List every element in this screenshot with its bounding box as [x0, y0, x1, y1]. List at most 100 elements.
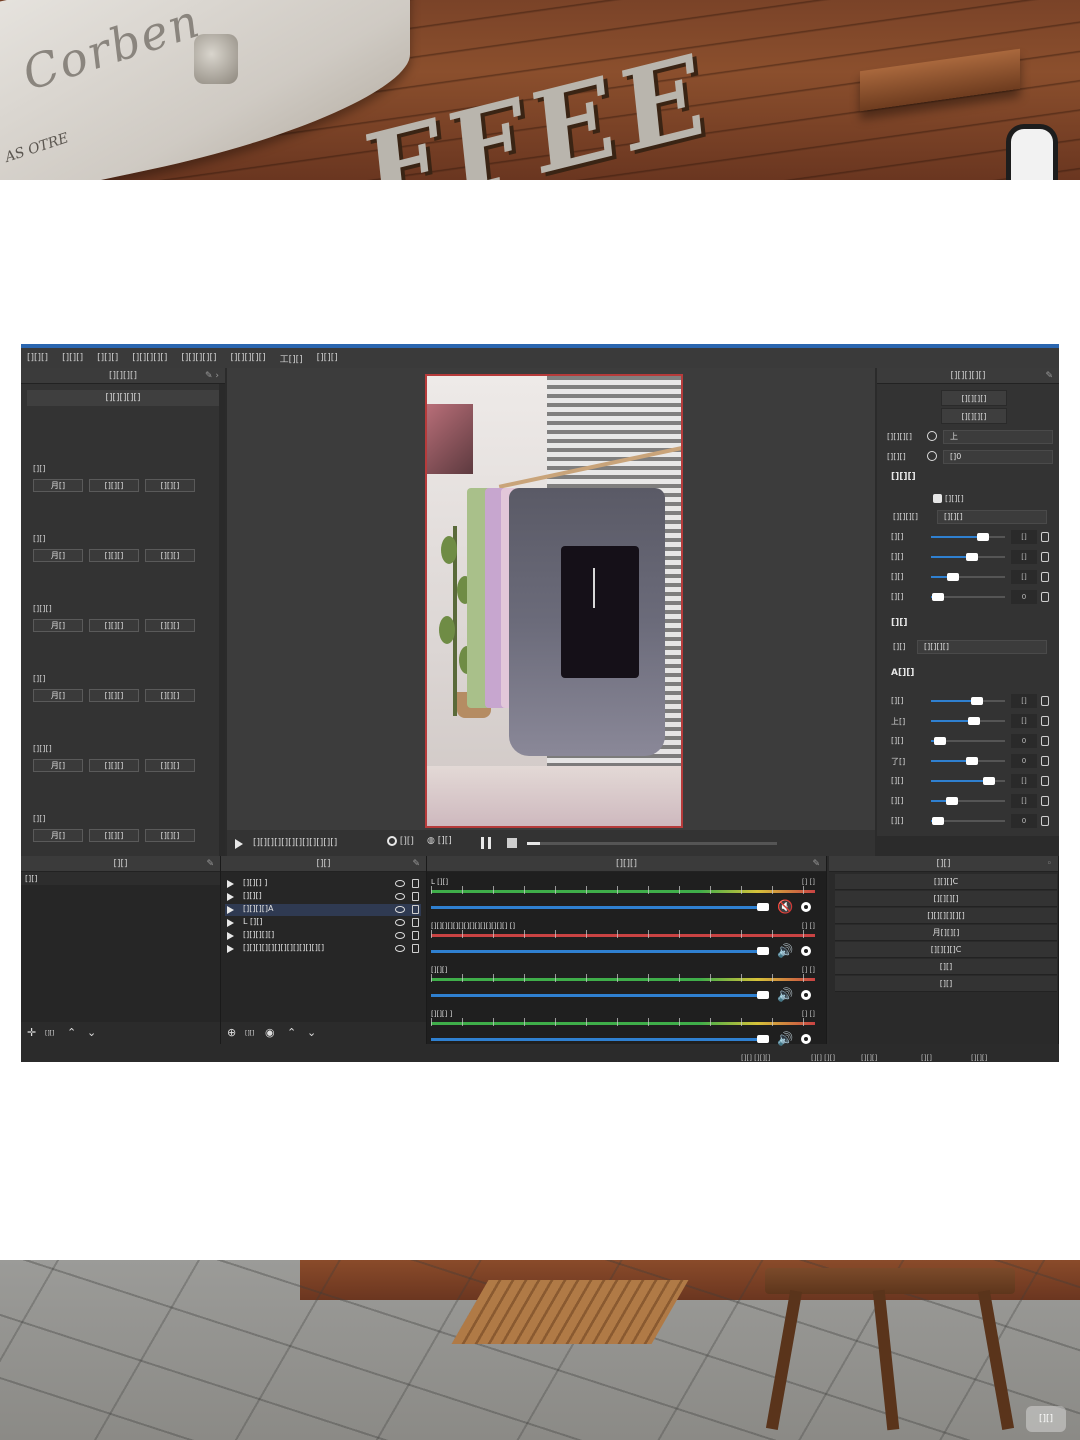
slider-value-field[interactable]: 0 [1011, 590, 1037, 604]
group-button[interactable]: 月[] [33, 549, 83, 562]
slider-knob[interactable] [933, 737, 946, 745]
volume-fader-knob[interactable] [757, 991, 769, 999]
record-button[interactable]: [][] [387, 836, 414, 847]
move-up-icon[interactable]: ⌃ [287, 1026, 296, 1039]
group-button[interactable]: [][][] [89, 549, 139, 562]
slider-track[interactable] [931, 717, 1005, 725]
slider-knob[interactable] [947, 573, 960, 581]
settings-gear-icon[interactable] [801, 946, 811, 956]
speaker-icon[interactable]: 🔊 [777, 944, 793, 959]
lock-icon[interactable] [412, 944, 419, 953]
add-icon[interactable]: ✛ [27, 1026, 36, 1039]
pause-icon[interactable] [481, 837, 491, 849]
pin-icon[interactable]: ✎ › [205, 368, 219, 384]
visibility-eye-icon[interactable] [395, 932, 405, 939]
speaker-muted-icon[interactable]: 🔇 [777, 900, 793, 915]
group-button[interactable]: [][][] [89, 759, 139, 772]
lock-icon[interactable] [412, 892, 419, 901]
volume-fader[interactable] [431, 950, 765, 953]
source-item[interactable]: [][][][][][][][][][][][][] [225, 943, 421, 955]
slider-track[interactable] [931, 737, 1005, 745]
expand-icon[interactable] [227, 919, 234, 927]
source-item[interactable]: [][][][][] [225, 930, 421, 942]
group-button[interactable]: [][][] [89, 829, 139, 842]
expand-icon[interactable] [227, 932, 234, 940]
menu-item-view[interactable]: [][][] [97, 353, 118, 363]
playback-progress[interactable] [527, 842, 777, 845]
transition-item[interactable]: [][][]C [835, 874, 1057, 890]
lock-icon[interactable] [412, 918, 419, 927]
mode-select[interactable]: [][][][] [917, 640, 1047, 654]
move-up-icon[interactable]: ⌃ [67, 1026, 76, 1039]
stop-icon[interactable] [507, 838, 517, 848]
slider-value-field[interactable]: [] [1011, 694, 1037, 708]
group-button[interactable]: [][][] [145, 549, 195, 562]
source-item[interactable]: [][][][]A [225, 904, 421, 916]
expand-icon[interactable] [227, 880, 234, 888]
slider-knob[interactable] [945, 797, 958, 805]
preset-select[interactable]: [][][] [937, 510, 1047, 524]
settings-gear-icon[interactable] [801, 902, 811, 912]
slider-track[interactable] [931, 533, 1005, 541]
group-button[interactable]: [][][] [89, 619, 139, 632]
slider-value-field[interactable]: [] [1011, 714, 1037, 728]
speaker-icon[interactable]: 🔊 [777, 988, 793, 1003]
visibility-eye-icon[interactable] [395, 919, 405, 926]
slider-value-field[interactable]: [] [1011, 774, 1037, 788]
add-icon[interactable]: ⊕ [227, 1026, 236, 1039]
pin-icon[interactable]: ✎ [206, 856, 214, 872]
group-button[interactable]: [][][] [145, 759, 195, 772]
slider-knob[interactable] [970, 697, 983, 705]
lock-icon[interactable] [1041, 696, 1049, 706]
transition-item[interactable]: [][][][][][] [835, 908, 1057, 924]
transition-item[interactable]: 月[][][] [835, 925, 1057, 941]
menu-item-dock[interactable]: [][][][][] [132, 353, 167, 363]
group-button[interactable]: [][][] [89, 689, 139, 702]
properties-button-2[interactable]: [][][][] [941, 408, 1007, 424]
pin-icon[interactable]: ✎ [812, 856, 820, 872]
group-button[interactable]: 月[] [33, 759, 83, 772]
volume-fader-knob[interactable] [757, 903, 769, 911]
settings-gear-icon[interactable] [801, 990, 811, 1000]
play-icon[interactable] [235, 839, 243, 849]
menu-item-edit[interactable]: [][][] [62, 353, 83, 363]
lock-icon[interactable] [1041, 592, 1049, 602]
source-item[interactable]: [][][] [225, 891, 421, 903]
group-button[interactable]: [][][] [145, 689, 195, 702]
lock-icon[interactable] [1041, 532, 1049, 542]
move-down-icon[interactable]: ⌄ [307, 1026, 316, 1039]
scene-item[interactable]: [][] [21, 872, 220, 885]
visibility-eye-icon[interactable] [395, 906, 405, 913]
menu-item-profile[interactable]: [][][][][] [181, 353, 216, 363]
group-button[interactable]: [][][] [145, 479, 195, 492]
lock-icon[interactable] [1041, 572, 1049, 582]
volume-fader-knob[interactable] [757, 947, 769, 955]
slider-track[interactable] [931, 777, 1005, 785]
lock-icon[interactable] [412, 905, 419, 914]
clock-icon[interactable] [927, 451, 937, 461]
preview-canvas[interactable] [227, 368, 875, 830]
field-input[interactable]: []0 [943, 450, 1053, 464]
group-button[interactable]: 月[] [33, 829, 83, 842]
group-button[interactable]: [][][] [89, 479, 139, 492]
slider-track[interactable] [931, 593, 1005, 601]
speaker-icon[interactable]: 🔊 [777, 1032, 793, 1047]
volume-fader[interactable] [431, 906, 765, 909]
slider-knob[interactable] [965, 757, 978, 765]
lock-icon[interactable] [1041, 756, 1049, 766]
slider-track[interactable] [931, 817, 1005, 825]
volume-fader[interactable] [431, 1038, 765, 1041]
group-button[interactable]: 月[] [33, 479, 83, 492]
expand-icon[interactable] [227, 945, 234, 953]
pin-icon[interactable]: ✎ [412, 856, 420, 872]
snapshot-button[interactable]: ◍ [][] [427, 836, 452, 846]
expand-icon[interactable] [227, 906, 234, 914]
slider-track[interactable] [931, 697, 1005, 705]
slider-knob[interactable] [967, 717, 980, 725]
menu-item-help[interactable]: [][][] [317, 353, 338, 363]
group-button[interactable]: [][][] [145, 829, 195, 842]
field-input[interactable]: 上 [943, 430, 1053, 444]
menu-item-file[interactable]: [][][] [27, 353, 48, 363]
lock-icon[interactable] [1041, 796, 1049, 806]
source-item[interactable]: [][][] ] [225, 878, 421, 890]
